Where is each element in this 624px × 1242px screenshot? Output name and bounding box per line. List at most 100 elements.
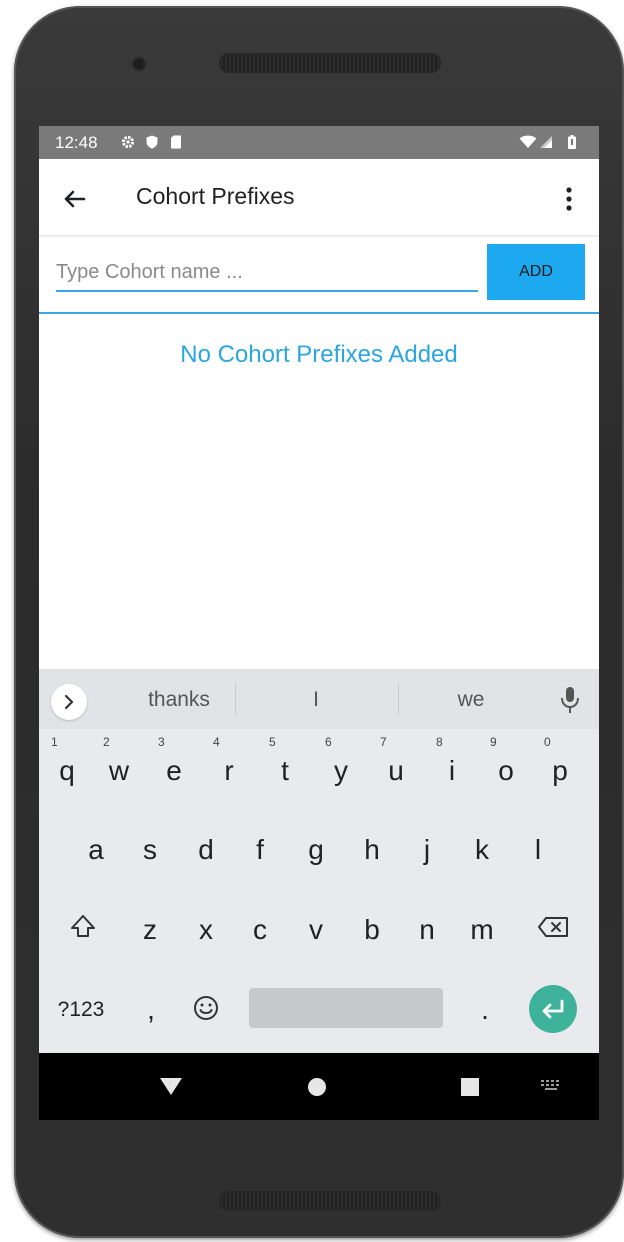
- key-label: f: [256, 834, 264, 865]
- key-hint-number: 2: [103, 735, 110, 749]
- key-label: i: [448, 755, 456, 786]
- key-label: w: [108, 755, 130, 786]
- wifi-icon: [519, 135, 537, 148]
- key-hint-number: 1: [51, 735, 58, 749]
- key-hint-number: 0: [544, 735, 551, 749]
- suggestion-1[interactable]: thanks: [109, 688, 249, 712]
- key-row3-6[interactable]: m: [458, 894, 506, 954]
- back-triangle-icon[interactable]: [157, 1074, 185, 1098]
- suggestion-2[interactable]: I: [246, 688, 386, 712]
- key-hint-number: 3: [158, 735, 165, 749]
- suggestion-divider: [398, 683, 399, 715]
- key-label: c: [253, 914, 267, 945]
- enter-key[interactable]: [529, 985, 577, 1033]
- key-label: m: [470, 914, 494, 945]
- front-camera: [133, 58, 145, 70]
- sd-card-icon: [171, 135, 181, 149]
- back-arrow-icon[interactable]: [57, 181, 93, 217]
- key-label: s: [143, 834, 157, 865]
- key-label: v: [309, 914, 323, 945]
- period-key[interactable]: .: [461, 974, 509, 1034]
- key-label: g: [308, 834, 324, 865]
- key-row2-4[interactable]: g: [292, 814, 340, 874]
- cohort-name-input[interactable]: [56, 254, 478, 292]
- chevron-right-icon: [64, 694, 74, 710]
- key-hint-number: 6: [325, 735, 332, 749]
- key-label: h: [364, 834, 380, 865]
- key-row2-7[interactable]: k: [458, 814, 506, 874]
- key-row3-5[interactable]: n: [403, 894, 451, 954]
- key-row1-7[interactable]: 8i: [428, 735, 476, 795]
- expand-suggestions-button[interactable]: [51, 684, 87, 720]
- key-row1-8[interactable]: 9o: [482, 735, 530, 795]
- key-label: o: [498, 755, 514, 786]
- key-row1-6[interactable]: 7u: [372, 735, 420, 795]
- key-row1-2[interactable]: 3e: [150, 735, 198, 795]
- key-row2-8[interactable]: l: [514, 814, 562, 874]
- key-row3-0[interactable]: z: [126, 894, 174, 954]
- key-row1-0[interactable]: 1q: [43, 735, 91, 795]
- cell-signal-icon: [540, 136, 552, 148]
- app-bar: Cohort Prefixes: [39, 159, 599, 236]
- navigation-bar: [39, 1053, 599, 1120]
- key-hint-number: 4: [213, 735, 220, 749]
- key-label: z: [143, 914, 157, 945]
- key-label: x: [199, 914, 213, 945]
- key-label: u: [388, 755, 404, 786]
- key-label: p: [552, 755, 568, 786]
- top-speaker-grille: [219, 53, 441, 73]
- emoji-smiley-icon: [194, 996, 218, 1020]
- key-row2-1[interactable]: s: [126, 814, 174, 874]
- status-bar: 12:48: [39, 126, 599, 159]
- shield-notification-icon: [146, 135, 158, 149]
- recents-square-icon[interactable]: [459, 1076, 481, 1098]
- key-row1-3[interactable]: 4r: [205, 735, 253, 795]
- home-circle-icon[interactable]: [305, 1075, 329, 1099]
- microphone-icon[interactable]: [557, 685, 583, 715]
- add-cohort-row: ADD: [39, 236, 599, 314]
- key-row1-4[interactable]: 5t: [261, 735, 309, 795]
- status-time: 12:48: [55, 133, 98, 152]
- backspace-key[interactable]: [530, 894, 578, 954]
- more-options-icon[interactable]: [554, 181, 584, 217]
- add-button[interactable]: ADD: [487, 244, 585, 300]
- key-hint-number: 5: [269, 735, 276, 749]
- key-row2-2[interactable]: d: [182, 814, 230, 874]
- battery-icon: [568, 135, 576, 149]
- suggestion-strip: thanks I we: [39, 669, 599, 729]
- key-row2-6[interactable]: j: [403, 814, 451, 874]
- key-row3-4[interactable]: b: [348, 894, 396, 954]
- space-key[interactable]: [249, 988, 443, 1028]
- key-row1-1[interactable]: 2w: [95, 735, 143, 795]
- key-row2-3[interactable]: f: [236, 814, 284, 874]
- suggestion-3[interactable]: we: [401, 688, 541, 712]
- bottom-speaker-grille: [219, 1191, 441, 1211]
- key-row2-5[interactable]: h: [348, 814, 396, 874]
- key-label: d: [198, 834, 214, 865]
- key-row3-3[interactable]: v: [292, 894, 340, 954]
- shift-arrow-icon: [71, 915, 95, 937]
- soft-keyboard: thanks I we 1q2w3e4r5t6y7u8i9o0p asdfghj…: [39, 669, 599, 1053]
- key-row3-2[interactable]: c: [236, 894, 284, 954]
- page-title: Cohort Prefixes: [136, 183, 295, 209]
- screen: 12:48 Cohort Prefixes Type Cohort name .…: [39, 126, 599, 1120]
- key-hint-number: 7: [380, 735, 387, 749]
- key-row1-5[interactable]: 6y: [317, 735, 365, 795]
- emoji-key[interactable]: [182, 974, 230, 1034]
- shift-key[interactable]: [59, 894, 107, 954]
- key-label: n: [419, 914, 435, 945]
- key-row2-0[interactable]: a: [72, 814, 120, 874]
- suggestion-divider: [235, 683, 236, 715]
- key-label: r: [224, 755, 234, 786]
- comma-key[interactable]: ,: [127, 974, 175, 1034]
- keyboard-hide-icon[interactable]: [539, 1077, 563, 1095]
- settings-notification-icon: [121, 135, 135, 149]
- key-row1-9[interactable]: 0p: [536, 735, 584, 795]
- symbols-key[interactable]: ?123: [49, 974, 113, 1034]
- enter-arrow-icon: [542, 999, 564, 1019]
- key-label: e: [166, 755, 182, 786]
- key-label: k: [475, 834, 489, 865]
- backspace-icon: [538, 917, 568, 937]
- key-row3-1[interactable]: x: [182, 894, 230, 954]
- key-label: a: [88, 834, 104, 865]
